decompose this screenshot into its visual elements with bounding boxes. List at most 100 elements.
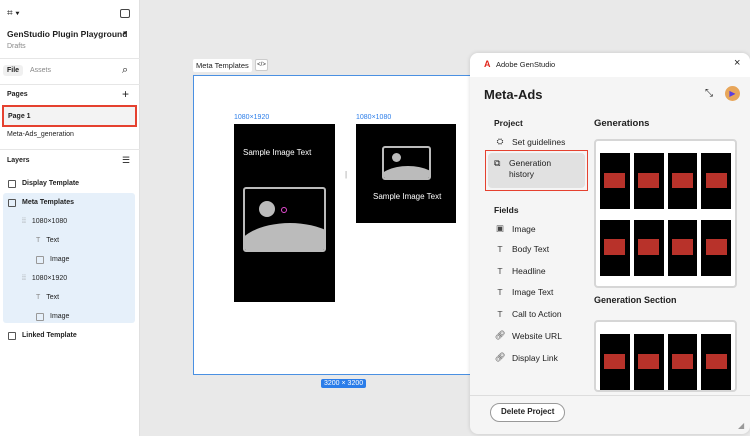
search-icon[interactable]: ⌕	[122, 64, 128, 77]
layer-image[interactable]: Image	[0, 250, 140, 269]
field-image[interactable]: ▣ Image	[494, 223, 536, 234]
field-headline[interactable]: T Headline	[494, 266, 546, 276]
layer-label: Text	[46, 237, 60, 244]
page-item-page-1[interactable]: Page 1	[2, 105, 137, 127]
layer-linked-template[interactable]: Linked Template	[0, 326, 140, 345]
field-label: Headline	[512, 266, 546, 276]
template-1080x1080[interactable]: Sample Image Text	[356, 124, 456, 223]
app-name: Adobe GenStudio	[496, 60, 556, 69]
field-image-text[interactable]: T Image Text	[494, 287, 553, 297]
sample-image-text: Sample Image Text	[243, 148, 312, 157]
set-guidelines-link[interactable]: ⛭ Set guidelines	[494, 136, 566, 147]
image-icon: ▣	[495, 223, 505, 233]
layer-text[interactable]: T Text	[0, 288, 140, 307]
field-body-text[interactable]: T Body Text	[494, 244, 549, 254]
layer-display-template[interactable]: Display Template	[0, 174, 140, 193]
divider	[0, 84, 140, 85]
frame-label[interactable]: Meta Templates	[193, 59, 252, 72]
guidelines-icon: ⛭	[496, 136, 504, 146]
field-call-to-action[interactable]: T Call to Action	[494, 309, 561, 319]
divider	[0, 58, 140, 59]
image-placeholder-icon	[243, 187, 326, 252]
layer-label: Linked Template	[22, 332, 77, 339]
field-label: Image	[512, 223, 536, 234]
page-item-meta-ads-generation[interactable]: Meta-Ads_generation	[7, 131, 74, 138]
resize-handle-icon[interactable]: ◢	[738, 421, 744, 430]
page-label: Page 1	[8, 113, 31, 120]
layers-list-icon[interactable]: ☰	[122, 155, 130, 166]
field-label: Image Text	[512, 287, 554, 297]
tab-file[interactable]: File	[3, 65, 24, 76]
generated-ad-preview	[633, 153, 664, 209]
field-display-link[interactable]: 🔗︎ Display Link	[494, 352, 558, 363]
text-icon: T	[497, 266, 503, 276]
chevron-down-icon[interactable]: ▾	[123, 29, 127, 37]
adobe-logo-icon: A	[484, 59, 491, 69]
generated-ad-preview	[701, 153, 731, 209]
fields-heading: Fields	[494, 205, 519, 215]
generated-ad-preview	[633, 334, 664, 390]
layer-label: Image	[50, 256, 70, 263]
tab-assets[interactable]: Assets	[30, 67, 51, 74]
frame-icon	[8, 179, 16, 188]
divider	[470, 395, 750, 396]
sample-image-text: Sample Image Text	[373, 192, 442, 201]
frame-icon	[8, 198, 16, 207]
layer-image[interactable]: Image	[0, 307, 140, 326]
text-icon: T	[36, 237, 41, 244]
delete-project-button[interactable]: Delete Project	[490, 403, 566, 422]
link-label: Generation history	[509, 158, 552, 179]
project-heading: Project	[494, 118, 523, 128]
grid-icon: ⁞⁞	[22, 275, 26, 282]
generation-history-link[interactable]: ⧉ Generation history	[488, 153, 585, 188]
divider	[0, 149, 140, 150]
grid-icon: ⁞⁞	[22, 218, 26, 225]
layer-1080x1920[interactable]: ⁞⁞ 1080×1920	[0, 269, 140, 288]
layers-heading: Layers	[7, 157, 30, 164]
genstudio-plugin-panel: A Adobe GenStudio × Meta-Ads ⤡ ▶ Project…	[470, 53, 750, 434]
image-icon	[36, 255, 44, 264]
template-1080x1920[interactable]: Sample Image Text	[234, 124, 335, 302]
text-icon: T	[36, 294, 41, 301]
history-icon: ⧉	[494, 158, 501, 168]
generated-ad-preview	[701, 334, 731, 390]
code-icon[interactable]: </>	[255, 59, 268, 71]
square-template-label: 1080×1080	[356, 114, 392, 121]
image-placeholder-icon	[382, 146, 431, 180]
project-title: Meta-Ads	[484, 87, 543, 102]
text-icon: T	[497, 287, 503, 297]
sidebar-toggle-icon[interactable]	[120, 9, 130, 18]
generated-ad-preview	[701, 219, 731, 276]
link-label: Set guidelines	[512, 136, 566, 147]
layer-label: 1080×1920	[31, 275, 68, 282]
link-icon: 🔗︎	[494, 330, 506, 340]
avatar[interactable]: ▶	[725, 86, 740, 101]
generated-ad-preview	[667, 153, 698, 209]
generations-thumbnail[interactable]	[594, 139, 737, 288]
frame-icon	[8, 331, 16, 340]
collapse-icon[interactable]: ⤡	[705, 88, 713, 99]
generated-ad-preview	[633, 219, 664, 276]
close-icon[interactable]: ×	[734, 57, 740, 69]
text-icon: T	[497, 309, 503, 319]
tall-template-label: 1080×1920	[234, 114, 270, 121]
field-label: Display Link	[512, 352, 558, 363]
field-website-url[interactable]: 🔗︎ Website URL	[494, 330, 562, 341]
layer-label: 1080×1080	[31, 218, 68, 225]
left-sidebar: ⌗ ▾ GenStudio Plugin Playground ▾ Drafts…	[0, 0, 140, 436]
add-page-icon[interactable]: +	[122, 87, 129, 101]
generations-heading: Generations	[594, 118, 650, 129]
link-icon: 🔗︎	[494, 352, 506, 362]
layer-1080x1080[interactable]: ⁞⁞ 1080×1080	[0, 212, 140, 231]
generated-ad-preview	[667, 334, 698, 390]
layer-label: Image	[50, 313, 70, 320]
layer-label: Text	[46, 294, 60, 301]
figma-menu-icon[interactable]: ⌗ ▾	[7, 8, 20, 19]
generated-ad-preview	[667, 219, 698, 276]
layer-text[interactable]: T Text	[0, 231, 140, 250]
file-name[interactable]: GenStudio Plugin Playground	[7, 29, 127, 39]
field-label: Body Text	[512, 244, 550, 254]
layer-meta-templates[interactable]: Meta Templates	[0, 193, 140, 212]
generation-section-heading: Generation Section	[594, 295, 677, 305]
generation-section-thumbnail[interactable]	[594, 320, 737, 392]
